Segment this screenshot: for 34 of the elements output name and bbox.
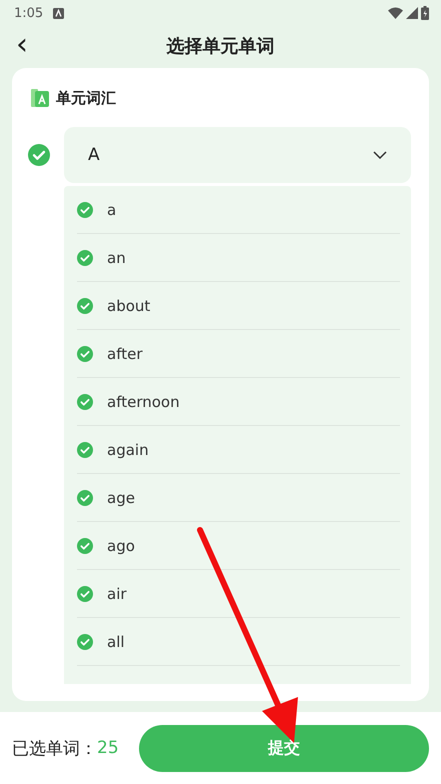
word-checkbox[interactable]: [77, 394, 93, 410]
word-label[interactable]: an: [107, 248, 126, 266]
word-label[interactable]: after: [107, 344, 142, 362]
word-checkbox[interactable]: [77, 586, 93, 602]
unit-checkbox[interactable]: [28, 144, 50, 166]
word-checkbox[interactable]: [77, 250, 93, 266]
word-checkbox[interactable]: [77, 202, 93, 218]
battery-icon: [421, 6, 429, 20]
word-label[interactable]: a: [107, 200, 116, 218]
unit-dropdown[interactable]: A: [64, 127, 411, 183]
word-label[interactable]: air: [107, 584, 127, 602]
word-checkbox[interactable]: [77, 346, 93, 362]
book-icon: [30, 88, 50, 108]
selected-label: 已选单词：: [12, 738, 97, 760]
selected-count: 25: [97, 738, 119, 758]
word-checkbox[interactable]: [77, 442, 93, 458]
section-title: 单元词汇: [56, 88, 116, 108]
word-checkbox[interactable]: [77, 298, 93, 314]
word-label[interactable]: afternoon: [107, 392, 180, 410]
word-label[interactable]: again: [107, 440, 149, 458]
chevron-down-icon: [373, 151, 387, 159]
word-label[interactable]: about: [107, 296, 150, 314]
word-checkbox[interactable]: [77, 490, 93, 506]
word-label[interactable]: ago: [107, 536, 135, 554]
word-checkbox[interactable]: [77, 538, 93, 554]
status-time: 1:05: [14, 6, 44, 20]
word-checkbox[interactable]: [77, 634, 93, 650]
notification-icon: [53, 8, 64, 18]
back-button[interactable]: ‹: [12, 32, 32, 58]
page-title: 选择单元单词: [166, 35, 274, 58]
word-label[interactable]: all: [107, 632, 125, 650]
word-label[interactable]: age: [107, 488, 135, 506]
signal-icon: [406, 7, 418, 19]
wifi-icon: [388, 7, 403, 19]
